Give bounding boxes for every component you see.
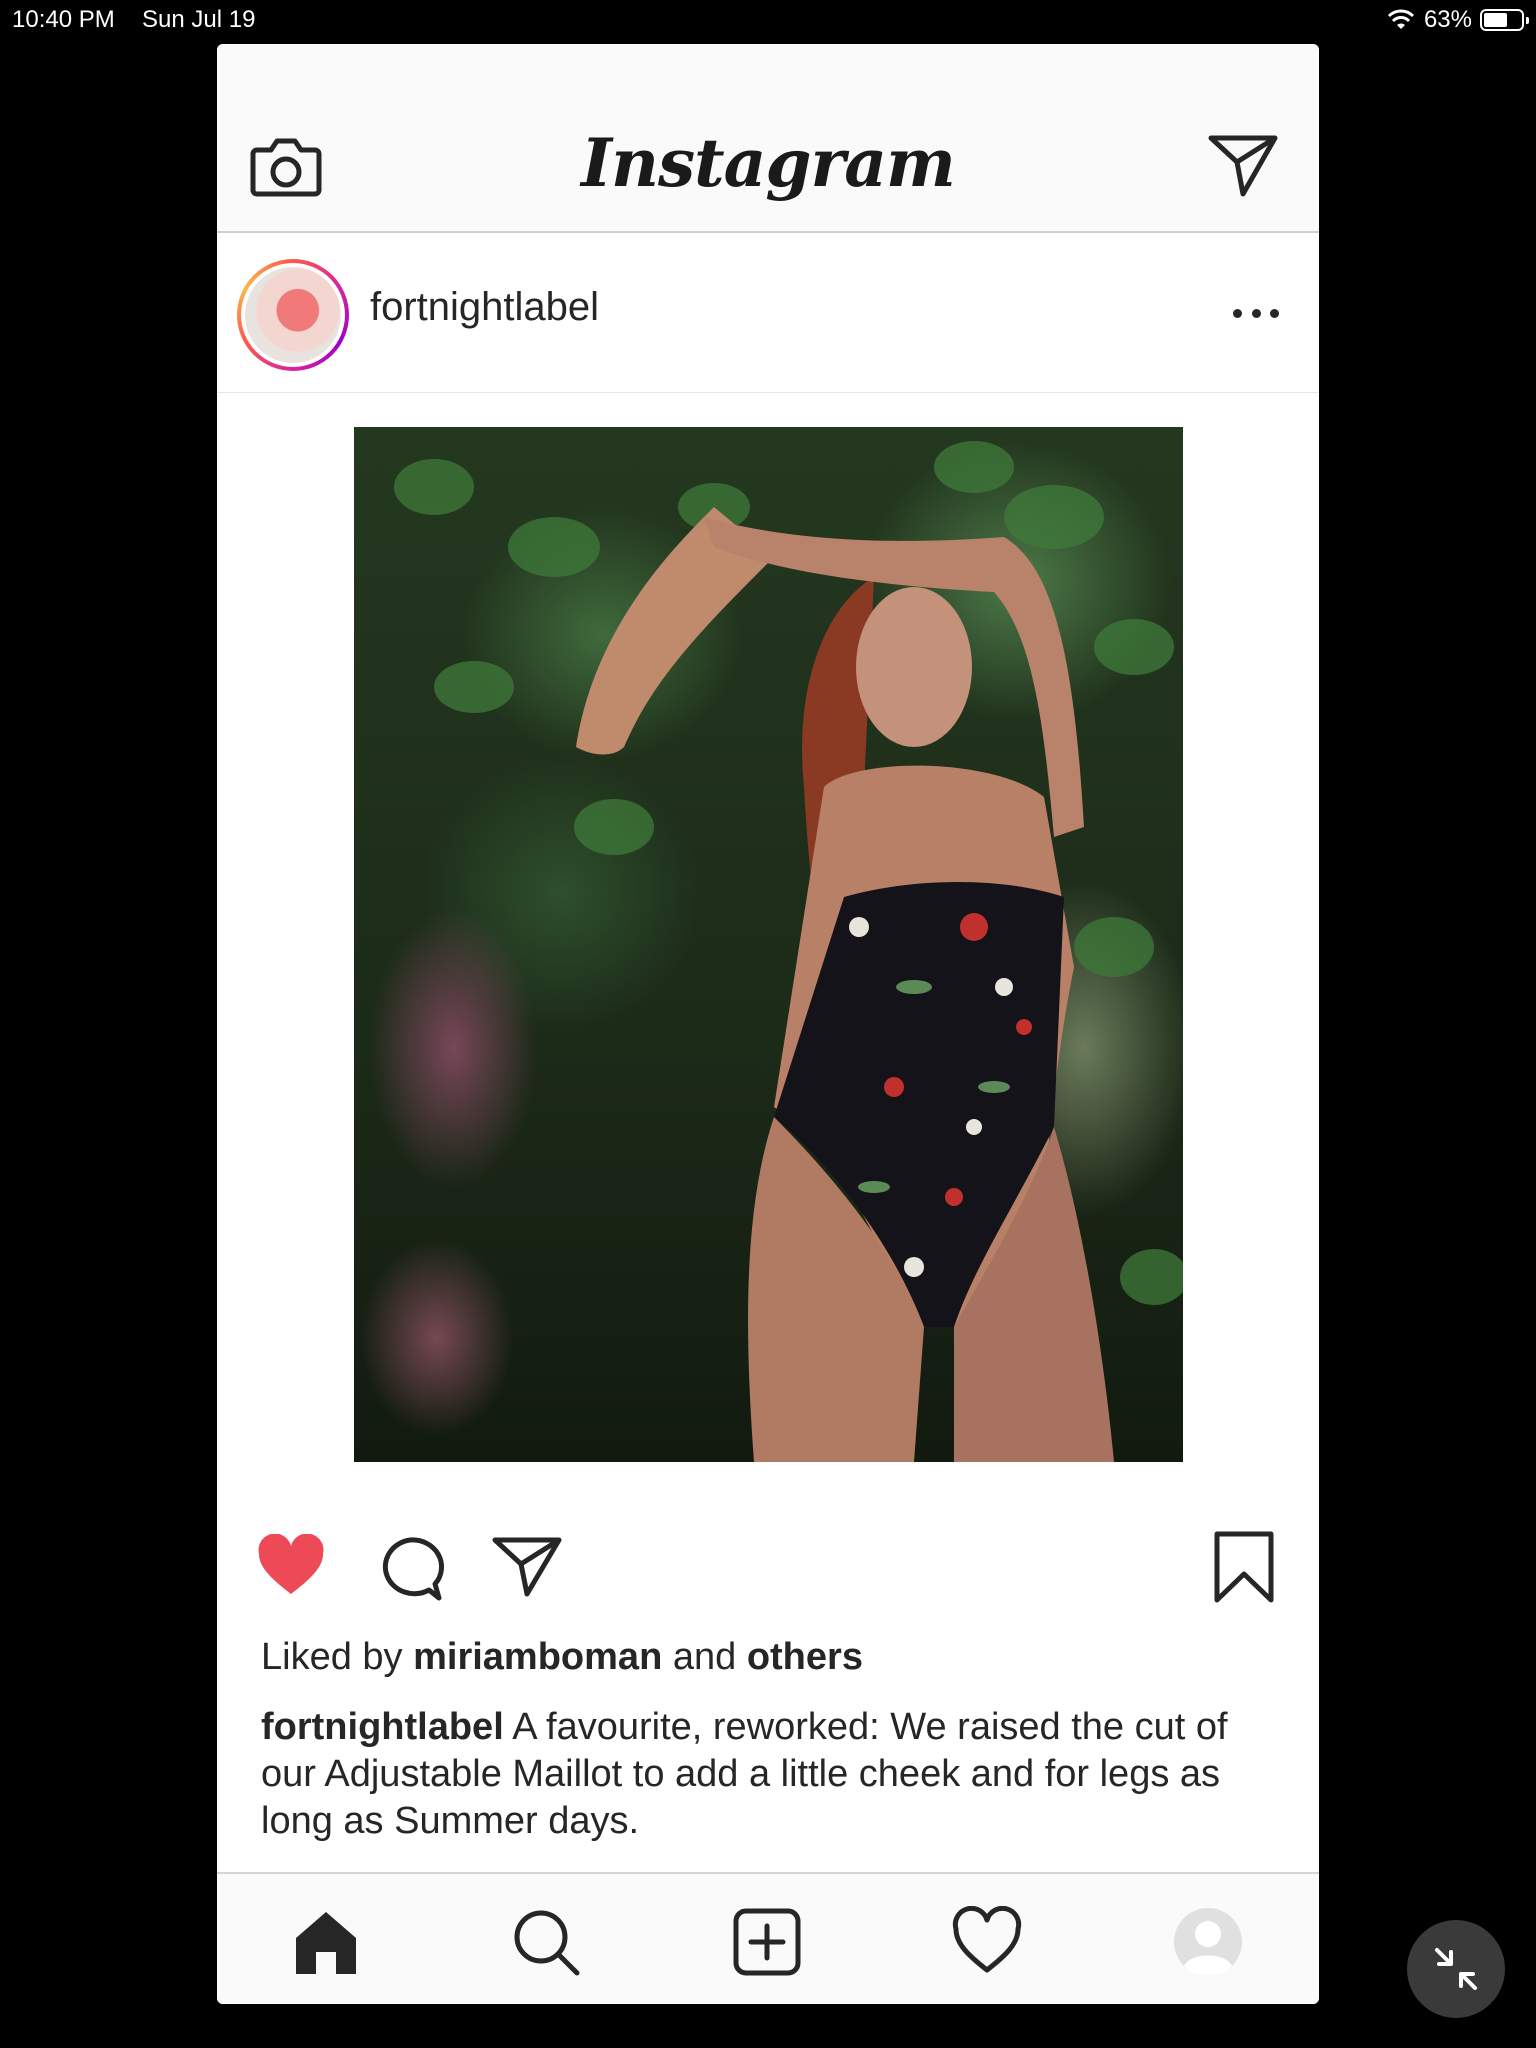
collapse-arrows-icon: [1435, 1948, 1477, 1990]
post-actions: [217, 1512, 1319, 1612]
heart-filled-icon[interactable]: [255, 1534, 327, 1598]
battery-level: [1484, 13, 1507, 27]
share-icon[interactable]: [491, 1534, 563, 1598]
post-username[interactable]: fortnightlabel: [370, 285, 599, 330]
heart-icon[interactable]: [951, 1906, 1023, 1978]
home-icon[interactable]: [290, 1906, 362, 1978]
avatar[interactable]: [237, 259, 349, 371]
bottom-nav: [217, 1872, 1319, 2004]
post-caption: fortnightlabel A favourite, reworked: We…: [261, 1704, 1281, 1845]
profile-icon[interactable]: [1172, 1906, 1244, 1978]
post-image[interactable]: [354, 427, 1183, 1462]
add-post-icon[interactable]: [731, 1906, 803, 1978]
post-photo-figure: [394, 441, 1183, 1462]
likes-line: Liked by miriamboman and others: [261, 1636, 863, 1679]
post-header: fortnightlabel: [217, 233, 1319, 393]
battery-icon: [1480, 9, 1529, 31]
liked-by-and: and: [672, 1636, 737, 1678]
battery-percent: 63%: [1423, 6, 1472, 33]
status-time: 10:40 PM: [12, 6, 115, 33]
liked-by-prefix: Liked by: [261, 1636, 403, 1678]
top-bar: Instagram: [217, 44, 1319, 233]
liked-by-user[interactable]: miriamboman: [413, 1636, 662, 1678]
comment-icon[interactable]: [375, 1534, 445, 1604]
collapse-pip-button[interactable]: [1407, 1920, 1505, 2018]
more-options-icon[interactable]: [1233, 303, 1279, 323]
search-icon[interactable]: [510, 1906, 582, 1978]
avatar-image: [245, 267, 341, 363]
paper-plane-icon[interactable]: [1207, 132, 1279, 198]
instagram-logo: Instagram: [581, 124, 956, 202]
wifi-icon: [1387, 9, 1415, 29]
status-date: Sun Jul 19: [142, 6, 256, 33]
status-indicators: 63%: [1386, 6, 1529, 34]
caption-username[interactable]: fortnightlabel: [261, 1706, 504, 1748]
instagram-app: Instagram fortnightlabel Liked by miriam…: [217, 44, 1319, 2004]
status-bar: 10:40 PM Sun Jul 19 63%: [0, 0, 1536, 40]
bookmark-icon[interactable]: [1211, 1530, 1277, 1604]
liked-by-others[interactable]: others: [747, 1636, 863, 1678]
